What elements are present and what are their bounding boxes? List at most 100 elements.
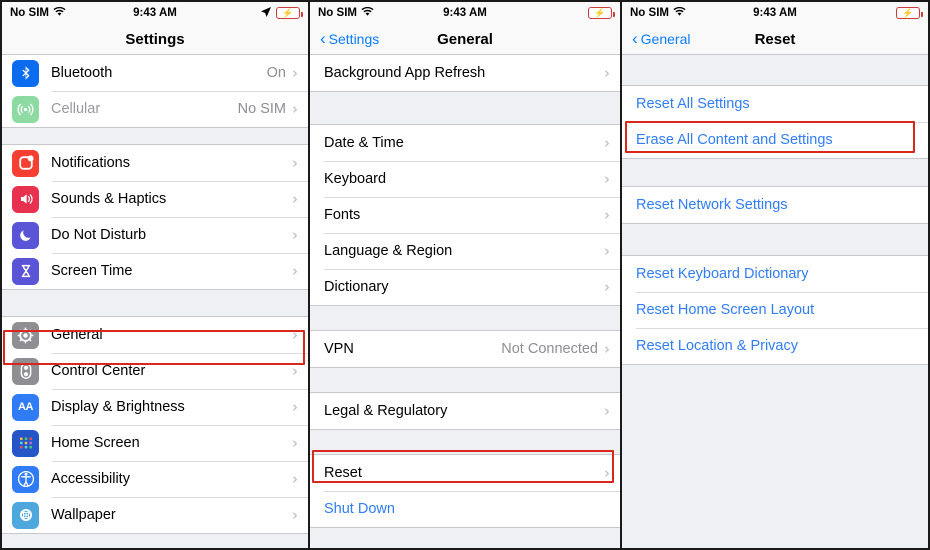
general-group-reset: Reset › Shut Down (310, 454, 620, 528)
chevron-right-icon: › (292, 361, 298, 380)
general-group-background: Background App Refresh › (310, 55, 620, 92)
list-item-label: Reset Keyboard Dictionary (636, 266, 809, 282)
list-item-label: Keyboard (324, 171, 387, 187)
section-gap (310, 306, 620, 330)
list-item-vpn[interactable]: VPN Not Connected › (310, 331, 620, 367)
list-item-reset-network-settings[interactable]: Reset Network Settings (622, 187, 928, 223)
list-item-dictionary[interactable]: Dictionary › (310, 269, 620, 305)
sidebar-item-home-screen[interactable]: Home Screen › (2, 425, 308, 461)
section-gap (622, 55, 928, 85)
chevron-right-icon: › (604, 339, 610, 358)
sidebar-item-cellular[interactable]: Cellular No SIM › (2, 91, 308, 127)
sidebar-item-label: Display & Brightness (51, 399, 185, 415)
list-item-reset[interactable]: Reset › (310, 455, 620, 491)
chevron-right-icon: › (292, 261, 298, 280)
sidebar-item-bluetooth[interactable]: Bluetooth On › (2, 55, 308, 91)
chevron-right-icon: › (292, 469, 298, 488)
panel-general: No SIM 9:43 AM ⚡ ‹ Settings General Back… (310, 2, 620, 548)
sidebar-item-label: Do Not Disturb (51, 227, 147, 243)
control-center-icon (12, 357, 39, 385)
list-item-background-app-refresh[interactable]: Background App Refresh › (310, 55, 620, 91)
list-item-erase-all-content[interactable]: Erase All Content and Settings (622, 122, 928, 158)
chevron-left-icon: ‹ (320, 28, 326, 48)
chevron-right-icon: › (604, 241, 610, 260)
list-item-label: Reset Network Settings (636, 197, 788, 213)
sidebar-item-sounds-haptics[interactable]: Sounds & Haptics › (2, 181, 308, 217)
sidebar-item-display-brightness[interactable]: AA Display & Brightness › (2, 389, 308, 425)
sidebar-item-label: Cellular (51, 101, 101, 117)
chevron-right-icon: › (604, 133, 610, 152)
carrier-label: No SIM (630, 7, 669, 19)
list-item-label: Reset Home Screen Layout (636, 302, 815, 318)
nav-bar: ‹ Settings General (310, 24, 620, 55)
sidebar-item-label: General (51, 327, 103, 343)
section-gap (622, 224, 928, 255)
general-group-vpn: VPN Not Connected › (310, 330, 620, 368)
list-item-reset-all-settings[interactable]: Reset All Settings (622, 86, 928, 122)
sidebar-item-accessibility[interactable]: Accessibility › (2, 461, 308, 497)
status-bar-left: No SIM (10, 6, 66, 20)
list-item-label: Shut Down (324, 501, 395, 517)
list-item-shut-down[interactable]: Shut Down (310, 491, 620, 527)
list-item-keyboard[interactable]: Keyboard › (310, 161, 620, 197)
gear-icon (12, 321, 39, 349)
reset-list: Reset All Settings Erase All Content and… (622, 55, 928, 548)
section-gap (310, 430, 620, 454)
sidebar-item-notifications[interactable]: Notifications › (2, 145, 308, 181)
list-item-date-time[interactable]: Date & Time › (310, 125, 620, 161)
sidebar-item-screen-time[interactable]: Screen Time › (2, 253, 308, 289)
sidebar-item-general[interactable]: General › (2, 317, 308, 353)
carrier-label: No SIM (318, 7, 357, 19)
row-value: On (266, 65, 286, 81)
sidebar-item-label: Bluetooth (51, 65, 113, 81)
reset-group-other: Reset Keyboard Dictionary Reset Home Scr… (622, 255, 928, 365)
sidebar-item-label: Notifications (51, 155, 130, 171)
list-item-legal-regulatory[interactable]: Legal & Regulatory › (310, 393, 620, 429)
settings-group-system: General › Control Center › AA Display & … (2, 316, 308, 534)
section-gap (622, 159, 928, 186)
three-panel-screenshot: No SIM 9:43 AM ⚡ Settings Bluetooth On ›… (0, 0, 930, 550)
list-item-label: Language & Region (324, 243, 453, 259)
back-button[interactable]: ‹ General (632, 28, 691, 48)
sidebar-item-do-not-disturb[interactable]: Do Not Disturb › (2, 217, 308, 253)
list-item-label: VPN (324, 341, 354, 357)
settings-group-connectivity: Bluetooth On › Cellular No SIM › (2, 55, 308, 128)
chevron-right-icon: › (292, 63, 298, 82)
list-item-language-region[interactable]: Language & Region › (310, 233, 620, 269)
chevron-right-icon: › (292, 505, 298, 524)
chevron-left-icon: ‹ (632, 28, 638, 48)
status-bar-right: ⚡ (896, 7, 923, 19)
battery-charging-icon: ⚡ (588, 7, 615, 19)
wifi-icon (53, 6, 66, 20)
chevron-right-icon: › (292, 397, 298, 416)
sidebar-item-label: Control Center (51, 363, 146, 379)
panel-reset: No SIM 9:43 AM ⚡ ‹ General Reset Reset A… (622, 2, 928, 548)
status-bar: No SIM 9:43 AM ⚡ (2, 2, 308, 24)
back-button-label: General (640, 31, 691, 47)
nav-bar: ‹ General Reset (622, 24, 928, 55)
bluetooth-icon (12, 59, 39, 87)
general-list: Background App Refresh › Date & Time › K… (310, 55, 620, 548)
list-item-fonts[interactable]: Fonts › (310, 197, 620, 233)
status-bar: No SIM 9:43 AM ⚡ (622, 2, 928, 24)
list-item-label: Date & Time (324, 135, 404, 151)
list-item-reset-location-privacy[interactable]: Reset Location & Privacy (622, 328, 928, 364)
section-gap (310, 368, 620, 392)
sidebar-item-label: Sounds & Haptics (51, 191, 167, 207)
sidebar-item-label: Wallpaper (51, 507, 116, 523)
back-button-label: Settings (328, 31, 380, 47)
chevron-right-icon: › (292, 325, 298, 344)
status-bar-right: ⚡ (588, 7, 615, 19)
list-item-reset-keyboard-dictionary[interactable]: Reset Keyboard Dictionary (622, 256, 928, 292)
sidebar-item-control-center[interactable]: Control Center › (2, 353, 308, 389)
screen-time-icon (12, 257, 39, 285)
battery-charging-icon: ⚡ (896, 7, 923, 19)
list-item-reset-home-screen-layout[interactable]: Reset Home Screen Layout (622, 292, 928, 328)
back-button[interactable]: ‹ Settings (320, 28, 380, 48)
sidebar-item-wallpaper[interactable]: Wallpaper › (2, 497, 308, 533)
home-screen-icon (12, 429, 39, 457)
reset-group-primary: Reset All Settings Erase All Content and… (622, 85, 928, 159)
status-bar: No SIM 9:43 AM ⚡ (310, 2, 620, 24)
sidebar-item-label: Home Screen (51, 435, 140, 451)
row-value: No SIM (237, 101, 286, 117)
